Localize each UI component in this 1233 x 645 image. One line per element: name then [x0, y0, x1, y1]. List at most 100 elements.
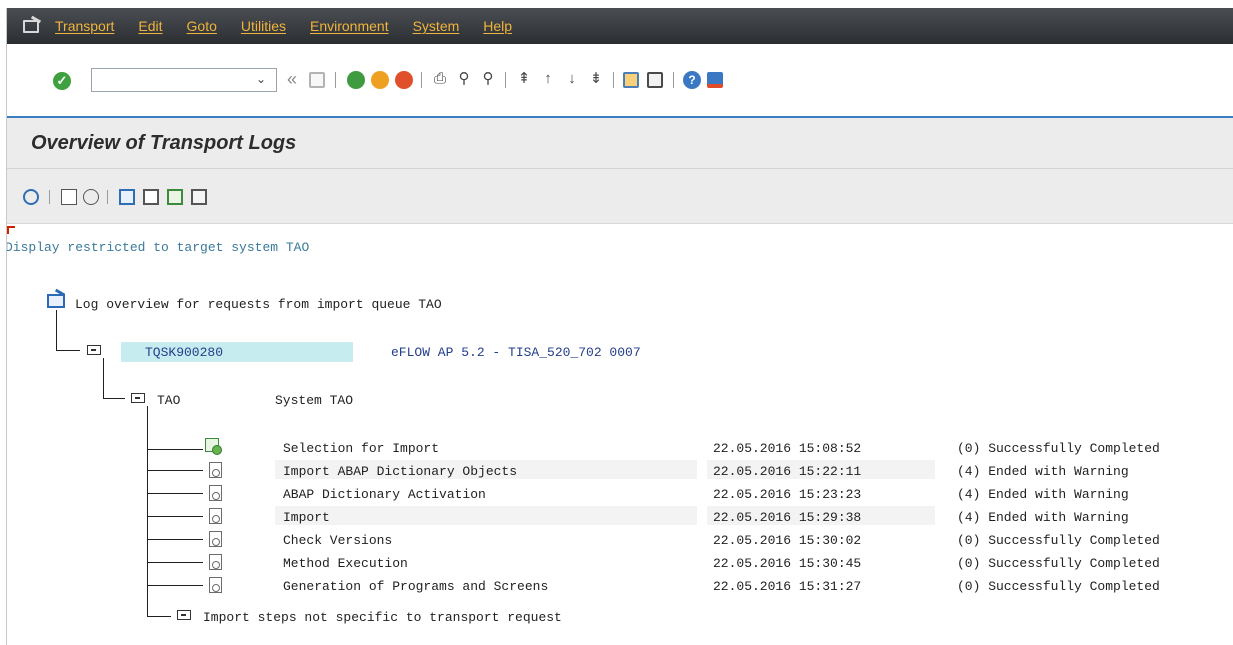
step-datetime: 22.05.2016 15:23:23	[713, 487, 862, 502]
step-name[interactable]: ABAP Dictionary Activation	[283, 487, 486, 502]
fast-back-icon[interactable]: «	[283, 70, 301, 88]
log-overview-icon[interactable]	[47, 294, 65, 308]
step-status: (0) Successfully Completed	[957, 579, 1160, 594]
menu-transport[interactable]: Transport	[55, 18, 114, 34]
enter-icon[interactable]: ✓	[53, 72, 71, 90]
request-description: eFLOW AP 5.2 - TISA_520_702 0007	[391, 345, 641, 360]
title-bar: Overview of Transport Logs	[7, 118, 1233, 169]
step-datetime: 22.05.2016 15:29:38	[713, 510, 862, 525]
toolbar-separator	[49, 190, 50, 204]
menu-goto[interactable]: Goto	[187, 18, 217, 34]
tree-connector	[147, 449, 203, 450]
selection-for-import-icon[interactable]	[205, 438, 222, 455]
refresh-icon[interactable]	[23, 189, 39, 205]
request-folder-icon[interactable]	[87, 345, 101, 355]
tree-connector	[56, 350, 80, 351]
step-status: (4) Ended with Warning	[957, 464, 1129, 479]
tree-connector	[103, 398, 125, 399]
page-title: Overview of Transport Logs	[31, 132, 297, 154]
display-glasses-icon[interactable]	[83, 189, 99, 205]
transport-log-tree: Display restricted to target system TAO …	[7, 224, 1233, 645]
expand-subtree-icon[interactable]	[167, 189, 183, 205]
tree-connector	[147, 516, 203, 517]
application-toolbar	[7, 169, 1233, 224]
system-menu-icon[interactable]	[21, 15, 43, 36]
cancel-icon[interactable]	[395, 71, 413, 89]
cursor-corner-mark	[7, 226, 15, 234]
menu-bar: Transport Edit Goto Utilities Environmen…	[7, 8, 1233, 44]
log-overview-root-label[interactable]: Log overview for requests from import qu…	[75, 297, 442, 312]
toolbar-separator	[335, 72, 336, 88]
menu-edit[interactable]: Edit	[138, 18, 162, 34]
tree-connector	[103, 358, 104, 398]
step-name[interactable]: Selection for Import	[283, 441, 439, 456]
expand-icon[interactable]	[119, 189, 135, 205]
step-status: (0) Successfully Completed	[957, 441, 1160, 456]
step-name[interactable]: Import	[283, 510, 330, 525]
tree-connector	[147, 539, 203, 540]
log-file-icon[interactable]	[209, 577, 222, 593]
back-icon[interactable]	[347, 71, 365, 89]
log-file-icon[interactable]	[209, 554, 222, 570]
tree-connector	[147, 470, 203, 471]
menu-environment[interactable]: Environment	[310, 18, 389, 34]
sap-window: Transport Edit Goto Utilities Environmen…	[6, 8, 1233, 645]
step-status: (0) Successfully Completed	[957, 556, 1160, 571]
step-name[interactable]: Method Execution	[283, 556, 408, 571]
step-datetime: 22.05.2016 15:22:11	[713, 464, 862, 479]
menu-utilities[interactable]: Utilities	[241, 18, 286, 34]
create-session-icon[interactable]	[623, 72, 639, 88]
command-field[interactable]: ⌄	[91, 68, 277, 92]
log-file-icon[interactable]	[209, 462, 222, 478]
step-name[interactable]: Check Versions	[283, 533, 392, 548]
request-id[interactable]: TQSK900280	[145, 345, 223, 360]
toolbar-separator	[421, 72, 422, 88]
system-label: System TAO	[275, 393, 354, 408]
print-icon[interactable]: ⎙	[431, 70, 449, 88]
last-page-icon[interactable]: ⇟	[587, 70, 605, 88]
step-datetime: 22.05.2016 15:30:45	[713, 556, 862, 571]
system-id[interactable]: TAO	[157, 393, 180, 408]
display-log-icon[interactable]	[61, 189, 77, 205]
system-folder-icon[interactable]	[131, 393, 145, 403]
previous-page-icon[interactable]: ↑	[539, 70, 557, 88]
find-icon[interactable]: ⚲	[455, 70, 473, 88]
step-name[interactable]: Generation of Programs and Screens	[283, 579, 548, 594]
step-datetime: 22.05.2016 15:30:02	[713, 533, 862, 548]
menu-help[interactable]: Help	[483, 18, 512, 34]
non-specific-steps-label[interactable]: Import steps not specific to transport r…	[203, 610, 562, 625]
restriction-message: Display restricted to target system TAO	[6, 240, 310, 255]
non-specific-folder-icon[interactable]	[177, 610, 191, 620]
collapse-subtree-icon[interactable]	[191, 189, 207, 205]
row-highlight	[275, 506, 697, 525]
next-page-icon[interactable]: ↓	[563, 70, 581, 88]
log-file-icon[interactable]	[209, 508, 222, 524]
tree-connector	[56, 310, 57, 350]
generate-shortcut-icon[interactable]	[647, 72, 663, 88]
log-file-icon[interactable]	[209, 531, 222, 547]
step-datetime: 22.05.2016 15:08:52	[713, 441, 862, 456]
log-file-icon[interactable]	[209, 485, 222, 501]
step-name[interactable]: Import ABAP Dictionary Objects	[283, 464, 517, 479]
exit-icon[interactable]	[371, 71, 389, 89]
step-datetime: 22.05.2016 15:31:27	[713, 579, 862, 594]
find-next-icon[interactable]: ⚲	[479, 70, 497, 88]
collapse-icon[interactable]	[143, 189, 159, 205]
tree-connector	[147, 562, 203, 563]
tree-connector	[147, 585, 203, 586]
toolbar-separator	[107, 190, 108, 204]
menu-system[interactable]: System	[413, 18, 460, 34]
customize-layout-icon[interactable]	[707, 72, 723, 88]
step-status: (4) Ended with Warning	[957, 510, 1129, 525]
command-dropdown-icon[interactable]: ⌄	[256, 72, 266, 86]
toolbar-separator	[673, 72, 674, 88]
save-icon[interactable]	[309, 72, 325, 88]
toolbar-separator	[613, 72, 614, 88]
help-icon[interactable]: ?	[683, 71, 701, 89]
tree-connector	[147, 616, 171, 617]
step-status: (0) Successfully Completed	[957, 533, 1160, 548]
toolbar-separator	[505, 72, 506, 88]
step-status: (4) Ended with Warning	[957, 487, 1129, 502]
first-page-icon[interactable]: ⇞	[515, 70, 533, 88]
standard-toolbar: ✓ ⌄ « ⎙ ⚲ ⚲ ⇞ ↑ ↓ ⇟ ?	[7, 44, 1233, 118]
